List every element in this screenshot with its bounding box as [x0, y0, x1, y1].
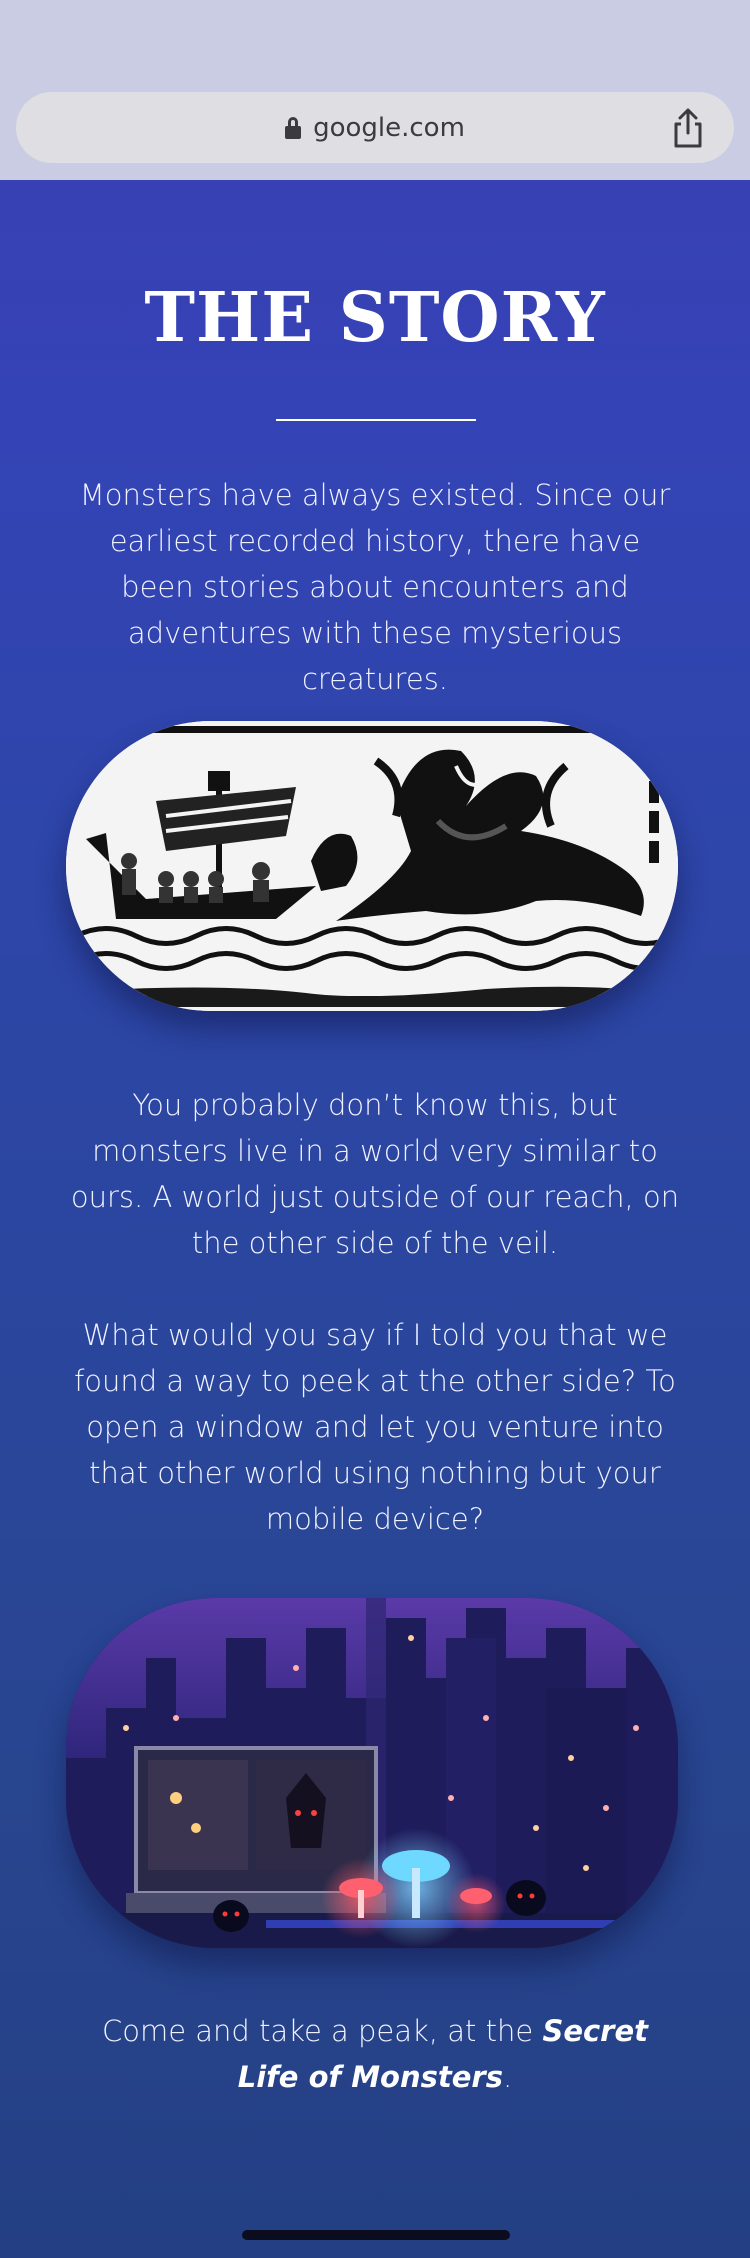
monster-city-illustration	[66, 1598, 678, 1948]
page-title: THE STORY	[144, 278, 606, 358]
closing-prefix: Come and take a peak, at the	[101, 2014, 543, 2048]
intro-paragraph: Monsters have always existed. Since our …	[79, 478, 671, 696]
home-indicator[interactable]	[242, 2230, 510, 2240]
veil-paragraph: You probably don’t know this, but monste…	[70, 1088, 680, 1260]
window-paragraph: What would you say if I told you that we…	[74, 1318, 676, 1536]
closing-suffix: .	[503, 2060, 513, 2094]
sea-monster-illustration	[66, 721, 678, 1011]
url-text: google.com	[313, 112, 465, 143]
lock-icon	[285, 116, 302, 139]
closing-paragraph: Come and take a peak, at the Secret Life…	[70, 2008, 680, 2100]
share-icon[interactable]	[668, 107, 708, 149]
title-divider	[276, 419, 476, 421]
browser-chrome: google.com	[0, 0, 750, 180]
address-bar-content: google.com	[16, 92, 734, 163]
address-bar[interactable]: google.com	[16, 92, 734, 163]
